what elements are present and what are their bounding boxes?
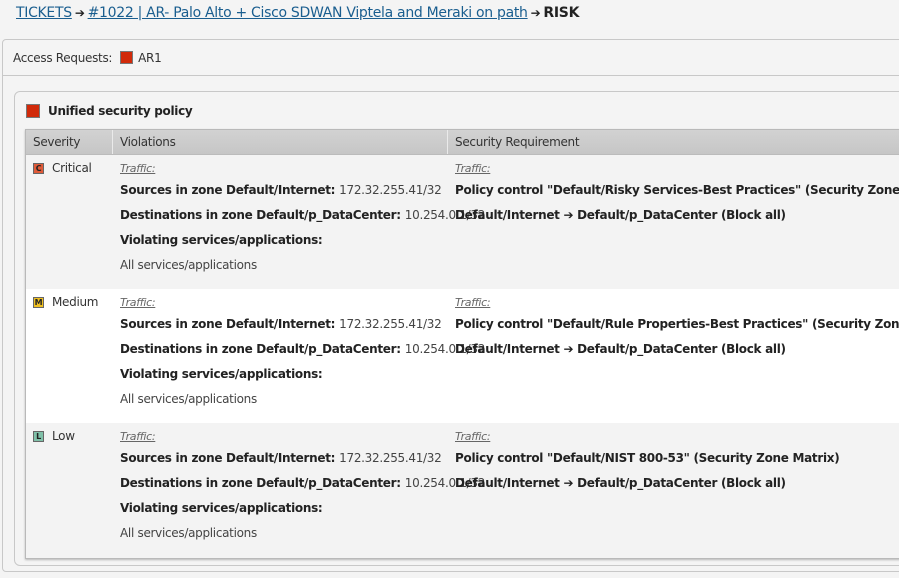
column-header-severity[interactable]: Severity (26, 130, 113, 154)
severity-cell: C Critical (26, 155, 113, 289)
zone-flow: Default/Internet ➔ Default/p_DataCenter … (455, 208, 786, 222)
services-label: Violating services/applications: (120, 233, 323, 247)
severity-badge-icon: L (33, 430, 44, 442)
severity-cell: L Low (26, 423, 113, 557)
table-row: L Low Traffic: Sources in zone Default/I… (26, 423, 899, 557)
column-header-security-requirement[interactable]: Security Requirement (448, 130, 899, 154)
violations-table: Severity Violations Security Requirement… (25, 129, 899, 559)
unified-security-policy-panel: Unified security policy Severity Violati… (14, 91, 899, 566)
violations-cell: Traffic: Sources in zone Default/Interne… (113, 155, 485, 289)
violations-cell: Traffic: Sources in zone Default/Interne… (113, 423, 485, 557)
policy-control: Policy control "Default/Risky Services-B… (455, 183, 899, 197)
panel-title: Unified security policy (26, 104, 193, 118)
traffic-label: Traffic: (455, 430, 491, 443)
breadcrumb-current: RISK (543, 5, 580, 21)
arrow-right-icon: ➔ (530, 6, 541, 20)
access-request-ar1[interactable]: AR1 (138, 51, 162, 65)
services-label: Violating services/applications: (120, 367, 323, 381)
zone-flow: Default/Internet ➔ Default/p_DataCenter … (455, 476, 786, 490)
policy-color-swatch-icon (26, 104, 40, 118)
access-requests-bar: Access Requests: AR1 (3, 40, 899, 76)
breadcrumb-tickets-link[interactable]: TICKETS (16, 5, 72, 21)
security-requirement-cell: Traffic: Policy control "Default/Risky S… (448, 155, 899, 289)
traffic-label: Traffic: (455, 296, 491, 309)
risk-container: Access Requests: AR1 Unified security po… (2, 39, 899, 572)
destinations-label: Destinations in zone Default/p_DataCente… (120, 342, 401, 356)
sources-value: 172.32.255.41/32 (339, 451, 442, 465)
ar-color-swatch-icon (120, 51, 134, 64)
severity-badge-icon: C (33, 162, 44, 174)
sources-label: Sources in zone Default/Internet: (120, 183, 336, 197)
policy-control: Policy control "Default/Rule Properties-… (455, 317, 899, 331)
security-requirement-cell: Traffic: Policy control "Default/Rule Pr… (448, 289, 899, 423)
severity-badge-icon: M (33, 296, 44, 308)
severity-label: Medium (52, 295, 99, 309)
sources-value: 172.32.255.41/32 (339, 317, 442, 331)
destinations-label: Destinations in zone Default/p_DataCente… (120, 476, 401, 490)
services-value: All services/applications (120, 258, 257, 272)
severity-cell: M Medium (26, 289, 113, 423)
access-requests-label: Access Requests: (13, 50, 113, 65)
security-requirement-cell: Traffic: Policy control "Default/NIST 80… (448, 423, 899, 557)
services-value: All services/applications (120, 526, 257, 540)
services-value: All services/applications (120, 392, 257, 406)
zone-flow: Default/Internet ➔ Default/p_DataCenter … (455, 342, 786, 356)
traffic-label: Traffic: (120, 162, 156, 175)
breadcrumb-ticket-link[interactable]: #1022 | AR- Palo Alto + Cisco SDWAN Vipt… (88, 5, 528, 21)
destinations-label: Destinations in zone Default/p_DataCente… (120, 208, 401, 222)
severity-label: Low (52, 429, 75, 443)
severity-label: Critical (52, 161, 92, 175)
arrow-right-icon: ➔ (74, 6, 85, 20)
table-row: M Medium Traffic: Sources in zone Defaul… (26, 289, 899, 423)
traffic-label: Traffic: (455, 162, 491, 175)
breadcrumb: TICKETS ➔ #1022 | AR- Palo Alto + Cisco SD… (16, 5, 579, 21)
table-header: Severity Violations Security Requirement (26, 130, 899, 155)
policy-control: Policy control "Default/NIST 800-53" (Se… (455, 451, 840, 465)
traffic-label: Traffic: (120, 430, 156, 443)
panel-title-text: Unified security policy (48, 104, 193, 118)
sources-value: 172.32.255.41/32 (339, 183, 442, 197)
services-label: Violating services/applications: (120, 501, 323, 515)
sources-label: Sources in zone Default/Internet: (120, 451, 336, 465)
traffic-label: Traffic: (120, 296, 156, 309)
column-header-violations[interactable]: Violations (113, 130, 448, 154)
table-row: C Critical Traffic: Sources in zone Defa… (26, 155, 899, 289)
violations-cell: Traffic: Sources in zone Default/Interne… (113, 289, 485, 423)
sources-label: Sources in zone Default/Internet: (120, 317, 336, 331)
